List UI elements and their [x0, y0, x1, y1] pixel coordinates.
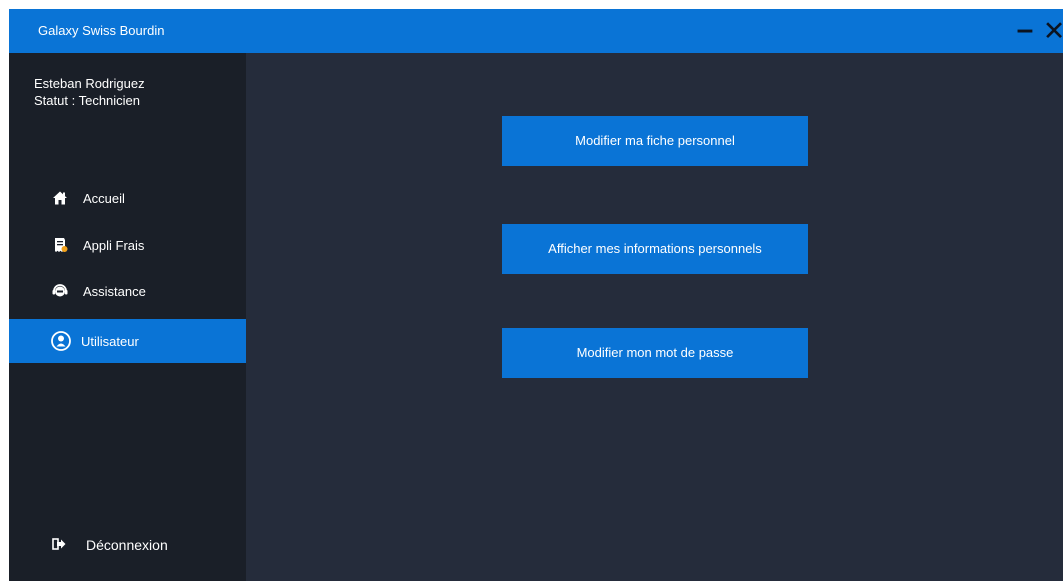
user-status: Statut : Technicien [34, 93, 140, 108]
logout-icon[interactable] [52, 537, 66, 551]
nav-item-appli-frais[interactable]: Appli Frais [9, 223, 246, 267]
show-personal-info-button[interactable]: Afficher mes informations personnels [502, 224, 808, 274]
headset-icon [52, 284, 68, 297]
home-icon [53, 191, 67, 205]
nav-item-assistance[interactable]: Assistance [9, 269, 246, 313]
logout-button[interactable]: Déconnexion [86, 537, 168, 553]
minimize-button[interactable]: – [1012, 15, 1038, 45]
nav-label-appli-frais: Appli Frais [83, 238, 145, 253]
nav-item-accueil[interactable]: Accueil [9, 176, 246, 220]
app-title: Galaxy Swiss Bourdin [38, 23, 165, 38]
nav-label-utilisateur: Utilisateur [81, 334, 139, 349]
user-name: Esteban Rodriguez [34, 76, 145, 91]
nav-label-accueil: Accueil [83, 191, 125, 206]
title-bar[interactable]: Galaxy Swiss Bourdin – ✕ [9, 9, 1063, 53]
receipt-icon [55, 238, 68, 252]
user-icon [51, 331, 71, 351]
nav-label-assistance: Assistance [83, 284, 146, 299]
status-label: Statut : [34, 93, 76, 108]
change-password-button[interactable]: Modifier mon mot de passe [502, 328, 808, 378]
close-button[interactable]: ✕ [1041, 17, 1063, 45]
sidebar: Esteban Rodriguez Statut : Technicien Ac… [9, 53, 246, 581]
nav-item-utilisateur[interactable]: Utilisateur [9, 319, 246, 363]
status-value: Technicien [78, 93, 141, 108]
app-window: Galaxy Swiss Bourdin – ✕ Esteban Rodrigu… [9, 9, 1063, 581]
edit-profile-button[interactable]: Modifier ma fiche personnel [502, 116, 808, 166]
